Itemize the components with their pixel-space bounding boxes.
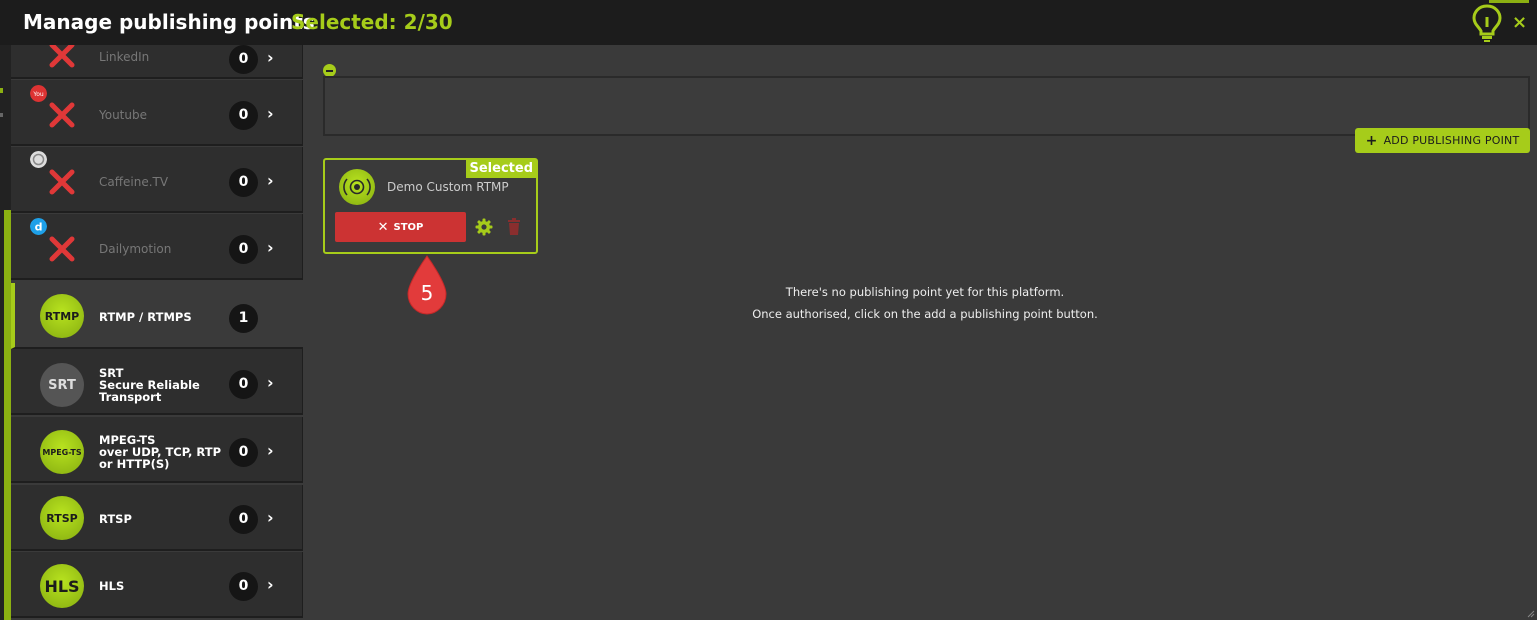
sidebar-item-label: HLS xyxy=(99,579,125,593)
count-badge: 1 xyxy=(229,304,258,333)
chevron-right-icon: › xyxy=(267,104,274,123)
broadcast-icon xyxy=(339,169,375,205)
close-button[interactable]: × xyxy=(1512,12,1527,33)
sidebar-item-linkedin[interactable]: LinkedIn 0 › xyxy=(11,45,303,79)
stop-button[interactable]: ✕ STOP xyxy=(335,212,466,242)
rtmp-icon: RTMP xyxy=(40,294,84,338)
chevron-right-icon: › xyxy=(267,238,274,257)
sidebar-item-label: LinkedIn xyxy=(99,50,150,64)
count-badge: 0 xyxy=(229,45,258,74)
count-badge: 0 xyxy=(229,168,258,197)
svg-text:d: d xyxy=(35,221,43,234)
chevron-right-icon: › xyxy=(267,171,274,190)
chevron-right-icon: › xyxy=(267,508,274,527)
chevron-right-icon: › xyxy=(267,441,274,460)
count-badge: 0 xyxy=(229,235,258,264)
gutter-mark xyxy=(0,113,3,117)
count-badge: 0 xyxy=(229,438,258,467)
scroll-indicator[interactable] xyxy=(4,210,11,620)
sidebar-item-label: Dailymotion xyxy=(99,242,172,256)
sidebar-item-label: SRT Secure Reliable Transport xyxy=(99,366,200,404)
stop-label: STOP xyxy=(393,221,424,233)
selected-count: Selected: 2/30 xyxy=(291,10,453,34)
hls-icon: HLS xyxy=(40,564,84,608)
gutter-mark xyxy=(0,88,3,93)
caffeine-icon xyxy=(30,151,47,168)
unauthorized-x-icon xyxy=(49,45,75,68)
gear-icon[interactable] xyxy=(475,218,493,236)
dailymotion-icon: d xyxy=(30,218,47,235)
selected-badge: Selected xyxy=(465,160,536,178)
platform-list: LinkedIn 0 › You Youtube 0 › Caffeine.TV… xyxy=(11,45,303,620)
dialog-title: Manage publishing points xyxy=(23,10,315,34)
count-badge: 0 xyxy=(229,101,258,130)
sidebar-item-rtsp[interactable]: RTSP RTSP 0 › xyxy=(11,485,303,551)
sidebar-item-mpeg-ts[interactable]: MPEG-TS MPEG-TS over UDP, TCP, RTP or HT… xyxy=(11,417,303,483)
youtube-icon: You xyxy=(30,85,47,102)
sidebar-item-label: Youtube xyxy=(99,108,147,122)
sidebar-item-label: Caffeine.TV xyxy=(99,175,169,189)
sidebar-item-label: RTMP / RTMPS xyxy=(99,310,192,324)
sidebar-item-hls[interactable]: HLS HLS 0 › xyxy=(11,552,303,618)
add-publishing-point-button[interactable]: + ADD PUBLISHING POINT xyxy=(1355,128,1530,153)
sidebar-item-label: RTSP xyxy=(99,512,132,526)
main-panel: + ADD PUBLISHING POINT Selected Demo Cus… xyxy=(303,45,1537,620)
step-number: 5 xyxy=(420,281,434,305)
unauthorized-x-icon xyxy=(49,169,75,195)
svg-text:You: You xyxy=(32,91,44,98)
sidebar-item-dailymotion[interactable]: d Dailymotion 0 › xyxy=(11,214,303,280)
left-gutter xyxy=(0,45,11,620)
publishing-point-card[interactable]: Selected Demo Custom RTMP ✕ STOP xyxy=(323,158,538,254)
sidebar-item-label: MPEG-TS over UDP, TCP, RTP or HTTP(S) xyxy=(99,433,222,471)
mpeg-ts-icon: MPEG-TS xyxy=(40,430,84,474)
toolbar-box: + ADD PUBLISHING POINT xyxy=(323,76,1530,153)
count-badge: 0 xyxy=(229,505,258,534)
sidebar-item-srt[interactable]: SRT SRT Secure Reliable Transport 0 › xyxy=(11,349,303,415)
header-bar: Manage publishing points Selected: 2/30 … xyxy=(0,0,1537,45)
count-badge: 0 xyxy=(229,572,258,601)
resize-handle-icon[interactable] xyxy=(1527,610,1535,618)
empty-state-message: There's no publishing point yet for this… xyxy=(752,285,1098,321)
close-icon: ✕ xyxy=(377,219,389,235)
chevron-right-icon: › xyxy=(267,373,274,392)
count-badge: 0 xyxy=(229,370,258,399)
plus-icon: + xyxy=(1365,132,1378,149)
trash-icon[interactable] xyxy=(507,218,521,236)
unauthorized-x-icon xyxy=(49,236,75,262)
lightbulb-icon[interactable] xyxy=(1470,3,1504,43)
chevron-right-icon: › xyxy=(267,575,274,594)
chevron-right-icon: › xyxy=(267,48,274,67)
publishing-points-dialog: Manage publishing points Selected: 2/30 … xyxy=(0,0,1537,620)
sidebar-item-caffeine[interactable]: Caffeine.TV 0 › xyxy=(11,147,303,213)
rtsp-icon: RTSP xyxy=(40,496,84,540)
sidebar-item-rtmp[interactable]: RTMP RTMP / RTMPS 1 xyxy=(11,283,303,349)
srt-icon: SRT xyxy=(40,363,84,407)
publishing-point-name: Demo Custom RTMP xyxy=(387,180,509,194)
sidebar-item-youtube[interactable]: You Youtube 0 › xyxy=(11,80,303,146)
add-button-label: ADD PUBLISHING POINT xyxy=(1383,134,1520,147)
unauthorized-x-icon xyxy=(49,102,75,128)
